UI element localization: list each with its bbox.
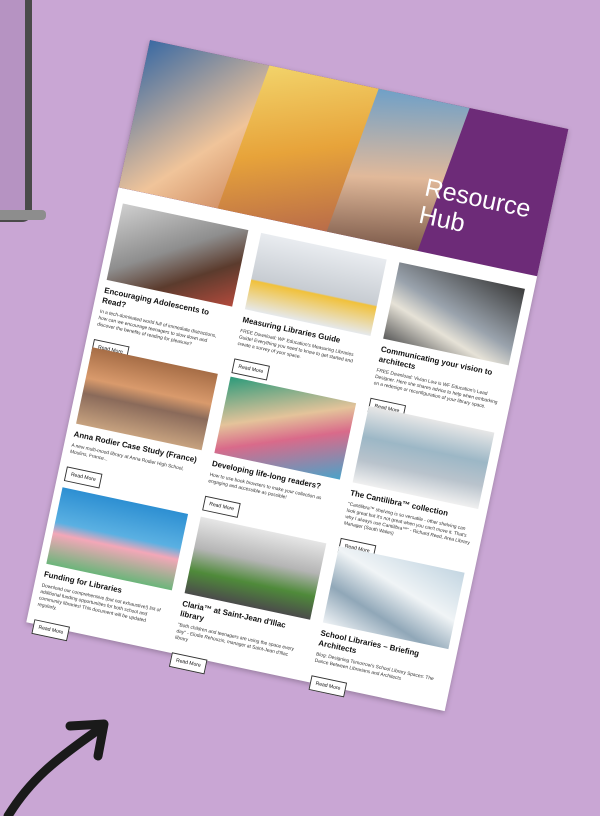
laptop-screen-edge xyxy=(0,0,32,222)
resource-hub-page: Resource Hub Encouraging Adolescents to … xyxy=(26,40,569,712)
card-funding: Funding for Libraries Download our compr… xyxy=(31,487,189,660)
card-claria: Claria™ at Saint-Jean d'Illac library "B… xyxy=(168,516,327,694)
read-more-button[interactable]: Read More xyxy=(31,619,71,642)
laptop-base xyxy=(0,210,46,220)
arrow-icon xyxy=(3,719,109,816)
read-more-button[interactable]: Read More xyxy=(202,495,241,518)
read-more-button[interactable]: Read More xyxy=(63,466,103,489)
card-briefing-architects: School Libraries – Briefing Architects B… xyxy=(308,546,465,716)
card-anna-rodier: Anna Rodier Case Study (France) A new mu… xyxy=(63,347,218,507)
card-life-long-readers: Developing life-long readers? How to use… xyxy=(202,376,357,537)
hub-title: Resource Hub xyxy=(416,173,534,238)
read-more-button[interactable]: Read More xyxy=(308,675,348,698)
read-more-button[interactable]: Read More xyxy=(168,652,208,675)
card-measuring-libraries: Measuring Libraries Guide FREE Download:… xyxy=(231,232,387,400)
